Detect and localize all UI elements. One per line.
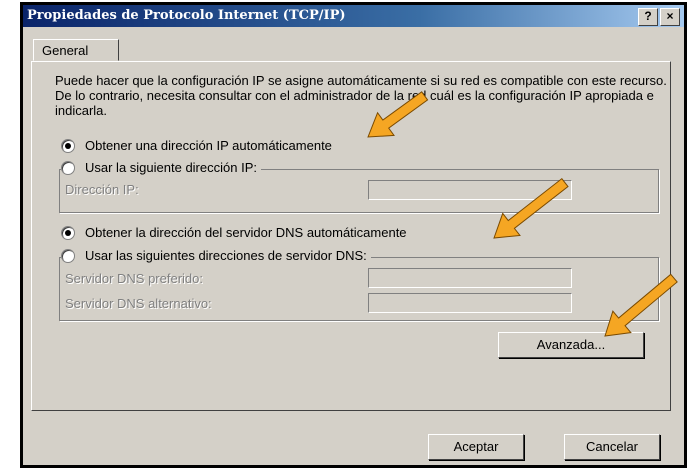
annotation-arrows [367, 91, 678, 337]
arrow-icon-advanced [604, 273, 678, 337]
arrow-icon-ip [367, 91, 429, 138]
tab-general[interactable]: General [33, 39, 119, 61]
arrow-icon-dns [493, 177, 569, 239]
